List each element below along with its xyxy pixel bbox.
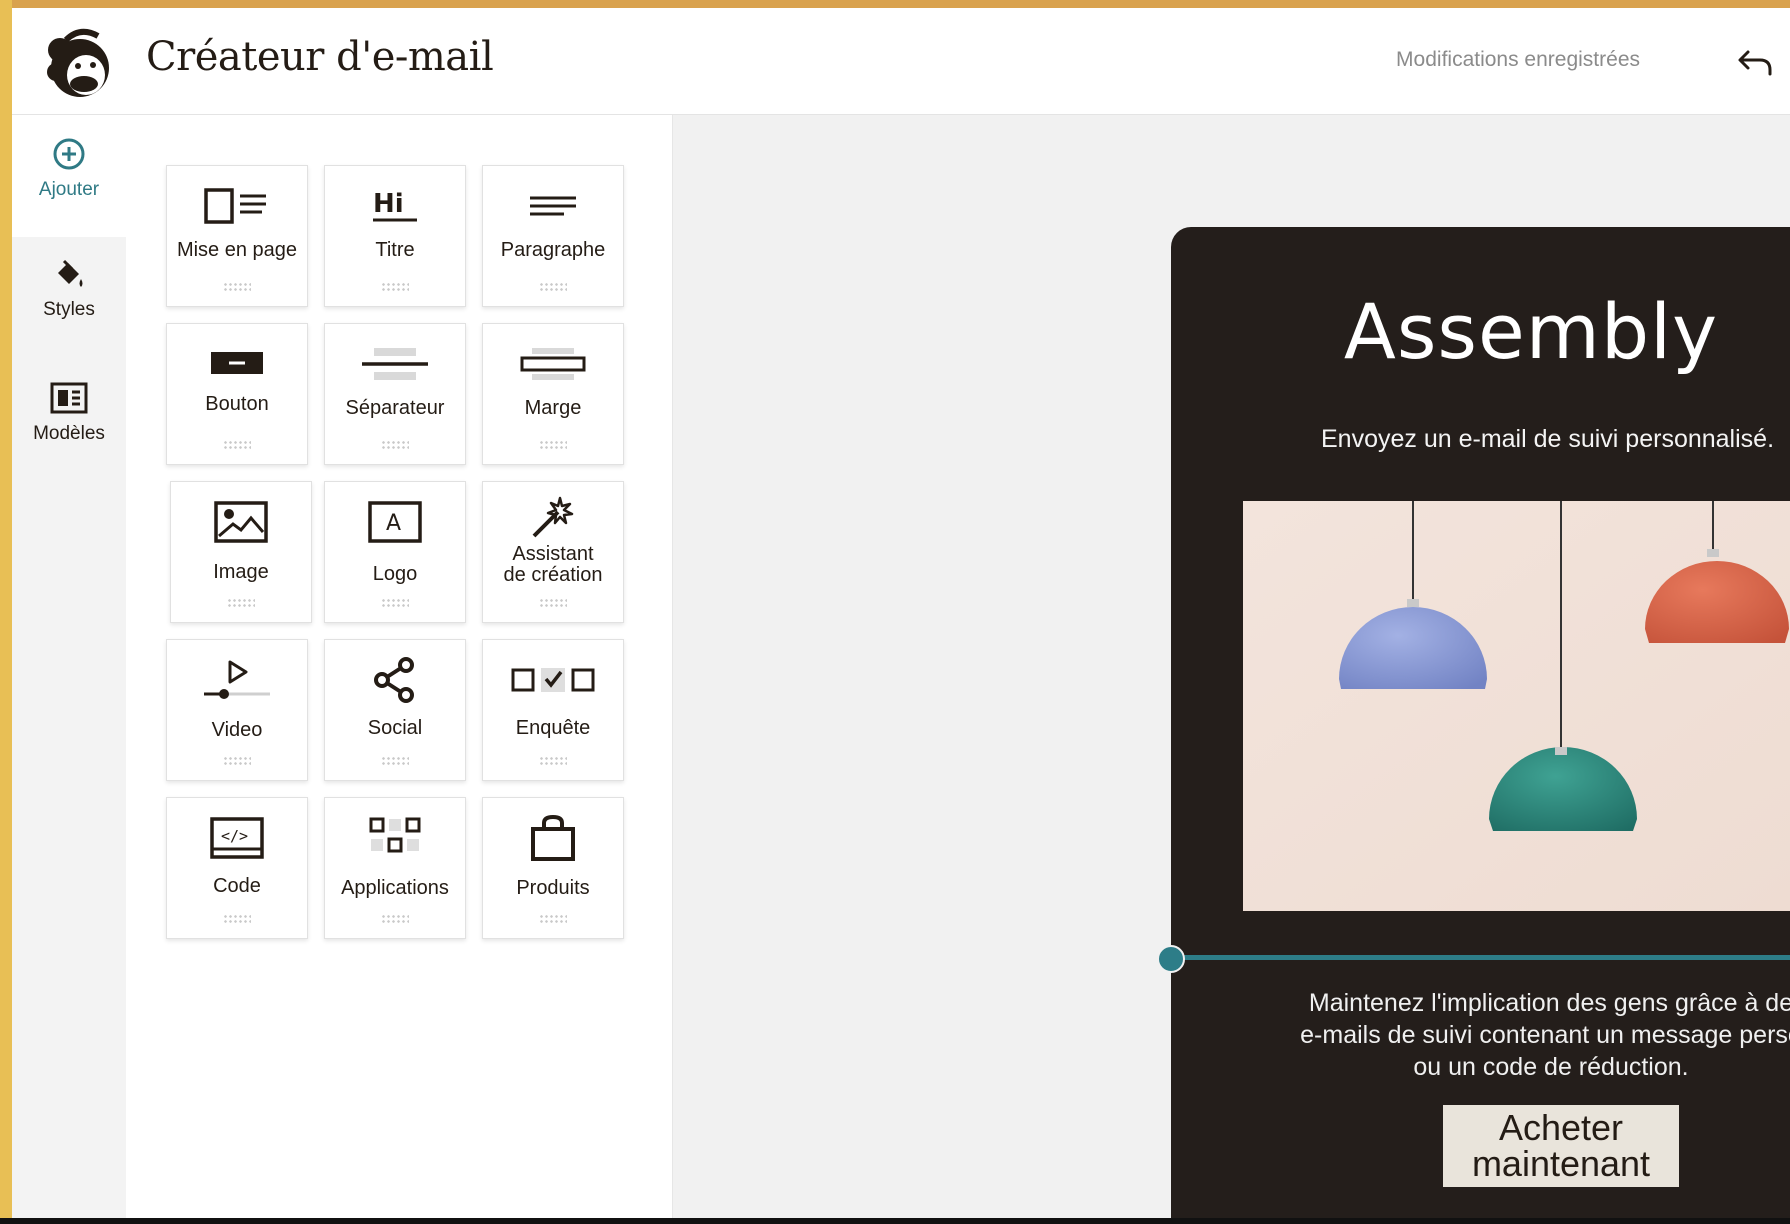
block-assistant-creation[interactable]: Assistant de création [482, 481, 624, 623]
email-preview-canvas: Assembly Envoyez un e-mail de suivi pers… [673, 115, 1790, 1218]
block-label: Produits [516, 877, 590, 899]
block-logo[interactable]: A Logo [324, 481, 466, 623]
block-label: Assistant de création [483, 544, 623, 586]
paint-bucket-icon [58, 259, 83, 287]
heading-icon: Hi [373, 189, 417, 222]
email-brand-heading[interactable]: Assembly [1171, 287, 1790, 376]
block-titre[interactable]: Hi Titre [324, 165, 466, 307]
block-label: Code [213, 875, 261, 897]
sidebar-item-modeles[interactable]: Modèles [12, 381, 126, 445]
block-label: Logo [372, 563, 418, 585]
block-mise-en-page[interactable]: Mise en page [166, 165, 308, 307]
drag-handle-icon[interactable] [223, 914, 251, 924]
button-icon [211, 352, 263, 374]
drag-handle-icon[interactable] [381, 282, 409, 292]
sidebar-rail: Ajouter Styles Modèles [12, 115, 132, 1218]
save-status-text: Modifications enregistrées [1396, 48, 1640, 71]
video-icon [204, 660, 270, 699]
block-enquete[interactable]: Enquête [482, 639, 624, 781]
block-label: Video [211, 719, 263, 741]
block-applications[interactable]: Applications [324, 797, 466, 939]
sidebar-item-label: Modèles [33, 423, 105, 444]
block-produits[interactable]: Produits [482, 797, 624, 939]
email-body-line: ou un code de réduction. [1413, 1053, 1689, 1081]
sidebar-item-label: Styles [43, 299, 95, 320]
drag-handle-icon[interactable] [539, 440, 567, 450]
block-paragraphe[interactable]: Paragraphe [482, 165, 624, 307]
drag-handle-icon[interactable] [539, 598, 567, 608]
block-bouton[interactable]: Bouton [166, 323, 308, 465]
divider-icon [362, 348, 428, 380]
block-label: Séparateur [345, 397, 445, 419]
block-label: Mise en page [176, 239, 298, 261]
code-icon: </> [210, 817, 264, 859]
drag-handle-icon[interactable] [381, 598, 409, 608]
block-label: Image [213, 561, 269, 583]
block-label-line: Assistant [512, 543, 594, 565]
svg-text:</>: </> [221, 827, 248, 845]
page-title: Créateur d'e-mail [146, 34, 494, 80]
drag-handle-icon[interactable] [223, 282, 251, 292]
cta-label-line: Acheter [1498, 1107, 1624, 1148]
svg-text:Hi: Hi [373, 189, 404, 219]
drag-handle-icon[interactable] [227, 598, 255, 608]
spacer-icon [520, 348, 586, 380]
window-top-border [0, 0, 1790, 8]
block-label: Bouton [205, 393, 269, 415]
sidebar-item-ajouter[interactable]: Ajouter [12, 115, 126, 237]
email-preview: Assembly Envoyez un e-mail de suivi pers… [1157, 227, 1790, 1218]
plus-circle-icon [53, 138, 85, 170]
drag-handle-icon[interactable] [223, 756, 251, 766]
drag-handle-icon[interactable] [539, 914, 567, 924]
block-label-line: de création [503, 564, 603, 586]
email-subtitle[interactable]: Envoyez un e-mail de suivi personnalisé. [1321, 425, 1774, 454]
shopping-bag-icon [531, 814, 575, 861]
email-body-text[interactable]: Maintenez l'implication des gens grâce à… [1231, 987, 1790, 1083]
drag-handle-icon[interactable] [223, 440, 251, 450]
block-label: Applications [341, 877, 449, 899]
mailchimp-logo-icon[interactable] [40, 22, 116, 102]
apps-icon [369, 817, 421, 853]
cta-label-line: maintenant [1471, 1143, 1651, 1184]
email-body-line: Maintenez l'implication des gens grâce à… [1308, 989, 1790, 1017]
cta-button[interactable]: Acheter maintenant [1443, 1105, 1679, 1187]
svg-text:A: A [386, 511, 401, 536]
block-separateur[interactable]: Séparateur [324, 323, 466, 465]
magic-wand-icon [532, 496, 574, 538]
window-bottom-border [0, 1218, 1790, 1224]
template-icon [50, 382, 88, 414]
drag-handle-icon[interactable] [381, 914, 409, 924]
block-code[interactable]: </> Code [166, 797, 308, 939]
block-video[interactable]: Video [166, 639, 308, 781]
sidebar-item-styles[interactable]: Styles [12, 257, 126, 321]
window-left-border [0, 0, 12, 1224]
image-icon [214, 501, 268, 543]
drag-handle-icon[interactable] [539, 282, 567, 292]
paragraph-icon [530, 196, 576, 216]
share-icon [374, 657, 414, 703]
drag-handle-icon[interactable] [381, 440, 409, 450]
content-blocks-panel: Mise en page Hi Titre Paragraphe Bouton … [126, 115, 673, 1218]
block-label: Social [367, 717, 423, 739]
logo-icon: A [368, 501, 422, 543]
divider-drag-handle[interactable] [1157, 945, 1185, 973]
email-body-line: e-mails de suivi contenant un message pe… [1300, 1021, 1790, 1049]
block-social[interactable]: Social [324, 639, 466, 781]
survey-icon [511, 668, 595, 692]
email-builder-app: Créateur d'e-mail Modifications enregist… [12, 8, 1790, 1218]
block-marge[interactable]: Marge [482, 323, 624, 465]
undo-icon[interactable] [1734, 38, 1778, 82]
hero-image-pendant-lamps[interactable] [1243, 501, 1790, 911]
block-label: Titre [375, 239, 415, 261]
drag-handle-icon[interactable] [381, 756, 409, 766]
layout-icon [204, 188, 266, 224]
sidebar-item-label: Ajouter [38, 179, 100, 200]
block-label: Enquête [515, 717, 591, 739]
block-label: Marge [524, 397, 582, 419]
block-image[interactable]: Image [170, 481, 312, 623]
selected-divider-line[interactable] [1171, 955, 1790, 960]
block-label: Paragraphe [500, 239, 606, 261]
drag-handle-icon[interactable] [539, 756, 567, 766]
app-header: Créateur d'e-mail Modifications enregist… [12, 8, 1790, 115]
